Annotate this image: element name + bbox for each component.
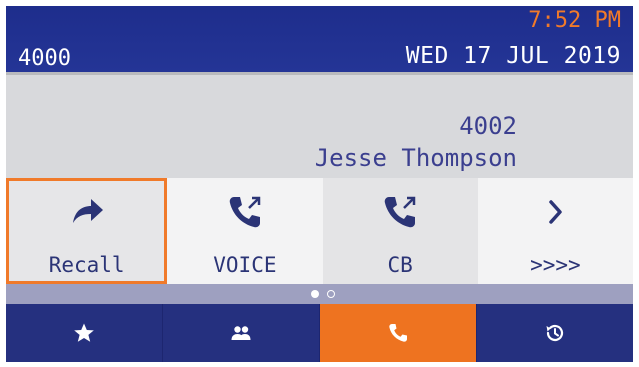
phone-icon: [389, 324, 407, 342]
cb-label: CB: [387, 253, 413, 277]
voice-label: VOICE: [213, 253, 277, 277]
bottom-nav: [6, 304, 633, 362]
recall-arrow-icon: [72, 199, 103, 223]
caller-name: Jesse Thompson: [314, 144, 517, 172]
chevron-right-icon: [549, 200, 563, 224]
cb-softkey[interactable]: CB: [322, 178, 478, 284]
caller-info-panel: 4002 Jesse Thompson: [6, 75, 633, 178]
history-tab[interactable]: [477, 304, 633, 362]
recall-softkey[interactable]: Recall: [6, 178, 168, 284]
softkey-row: Recall VOICE CB >>>>: [6, 178, 633, 284]
recall-label: Recall: [48, 253, 125, 277]
more-label: >>>>: [530, 253, 581, 277]
more-softkey[interactable]: >>>>: [477, 178, 633, 284]
page-indicator: [6, 284, 633, 304]
favorites-tab[interactable]: [6, 304, 163, 362]
calls-tab[interactable]: [320, 304, 477, 362]
contacts-icon: [231, 326, 251, 340]
page-dot-active[interactable]: [311, 290, 319, 298]
date-display: WED 17 JUL 2019: [405, 43, 621, 69]
callback-icon: [384, 196, 416, 228]
history-icon: [546, 324, 564, 342]
phone-screen: 4000 7:52 PM WED 17 JUL 2019 4002 Jesse …: [6, 6, 633, 362]
contacts-tab[interactable]: [163, 304, 320, 362]
voice-softkey[interactable]: VOICE: [167, 178, 323, 284]
status-header: 4000 7:52 PM WED 17 JUL 2019: [6, 6, 633, 72]
clock-time: 7:52 PM: [528, 8, 621, 33]
extension-number: 4000: [18, 46, 71, 71]
caller-number: 4002: [459, 112, 517, 140]
voice-call-icon: [229, 196, 261, 228]
star-icon: [74, 323, 94, 342]
page-dot-inactive[interactable]: [327, 290, 335, 298]
